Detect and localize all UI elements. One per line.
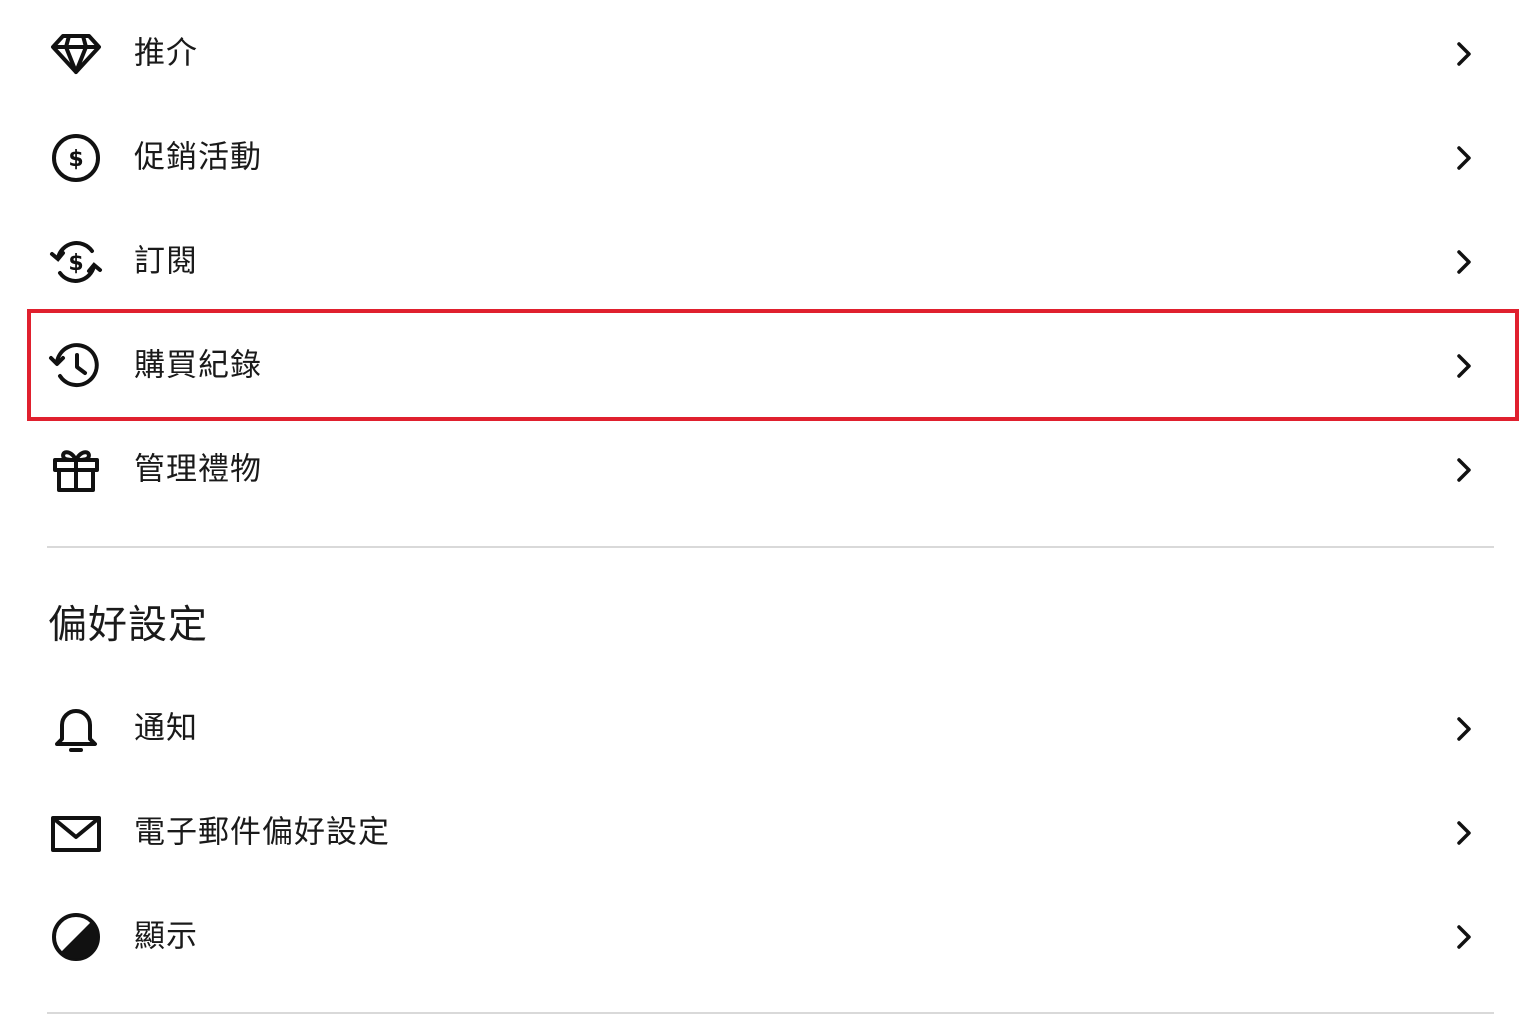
chevron-right-icon xyxy=(1448,142,1480,174)
menu-item-label: 購買紀錄 xyxy=(134,347,262,384)
menu-item-email-preferences[interactable]: 電子郵件偏好設定 xyxy=(0,781,1536,885)
chevron-right-icon xyxy=(1448,921,1480,953)
account-menu: 推介 $ 促銷活動 $ 訂閱 購買紀錄 管理禮物 xyxy=(0,2,1536,522)
menu-item-label: 管理禮物 xyxy=(134,451,262,488)
menu-item-subscriptions[interactable]: $ 訂閱 xyxy=(0,210,1536,314)
diamond-icon xyxy=(48,26,104,82)
subscription-refresh-icon: $ xyxy=(48,234,104,290)
chevron-right-icon xyxy=(1448,246,1480,278)
section-title-preferences: 偏好設定 xyxy=(48,603,209,648)
menu-item-label: 通知 xyxy=(134,710,198,747)
chevron-right-icon xyxy=(1448,817,1480,849)
menu-item-manage-gifts[interactable]: 管理禮物 xyxy=(0,418,1536,522)
preferences-menu: 通知 電子郵件偏好設定 顯示 xyxy=(0,677,1536,989)
bell-icon xyxy=(48,701,104,757)
mail-icon xyxy=(48,805,104,861)
svg-text:$: $ xyxy=(68,251,83,276)
chevron-right-icon xyxy=(1448,454,1480,486)
svg-text:$: $ xyxy=(68,147,83,172)
menu-item-label: 推介 xyxy=(134,35,198,72)
chevron-right-icon xyxy=(1448,38,1480,70)
contrast-icon xyxy=(48,909,104,965)
dollar-circle-icon: $ xyxy=(48,130,104,186)
menu-item-purchase-history[interactable]: 購買紀錄 xyxy=(0,314,1536,418)
menu-item-notifications[interactable]: 通知 xyxy=(0,677,1536,781)
menu-item-label: 電子郵件偏好設定 xyxy=(134,814,390,851)
menu-item-promotions[interactable]: $ 促銷活動 xyxy=(0,106,1536,210)
menu-item-label: 顯示 xyxy=(134,918,198,955)
section-divider xyxy=(47,546,1494,548)
menu-item-display[interactable]: 顯示 xyxy=(0,885,1536,989)
chevron-right-icon xyxy=(1448,713,1480,745)
menu-item-label: 促銷活動 xyxy=(134,139,262,176)
history-clock-icon xyxy=(48,338,104,394)
gift-icon xyxy=(48,442,104,498)
menu-item-label: 訂閱 xyxy=(134,243,198,280)
chevron-right-icon xyxy=(1448,350,1480,382)
settings-page: 推介 $ 促銷活動 $ 訂閱 購買紀錄 管理禮物 偏好設定 通知 電子郵件偏好設… xyxy=(0,0,1536,1024)
section-divider xyxy=(47,1012,1494,1014)
menu-item-recommendations[interactable]: 推介 xyxy=(0,2,1536,106)
